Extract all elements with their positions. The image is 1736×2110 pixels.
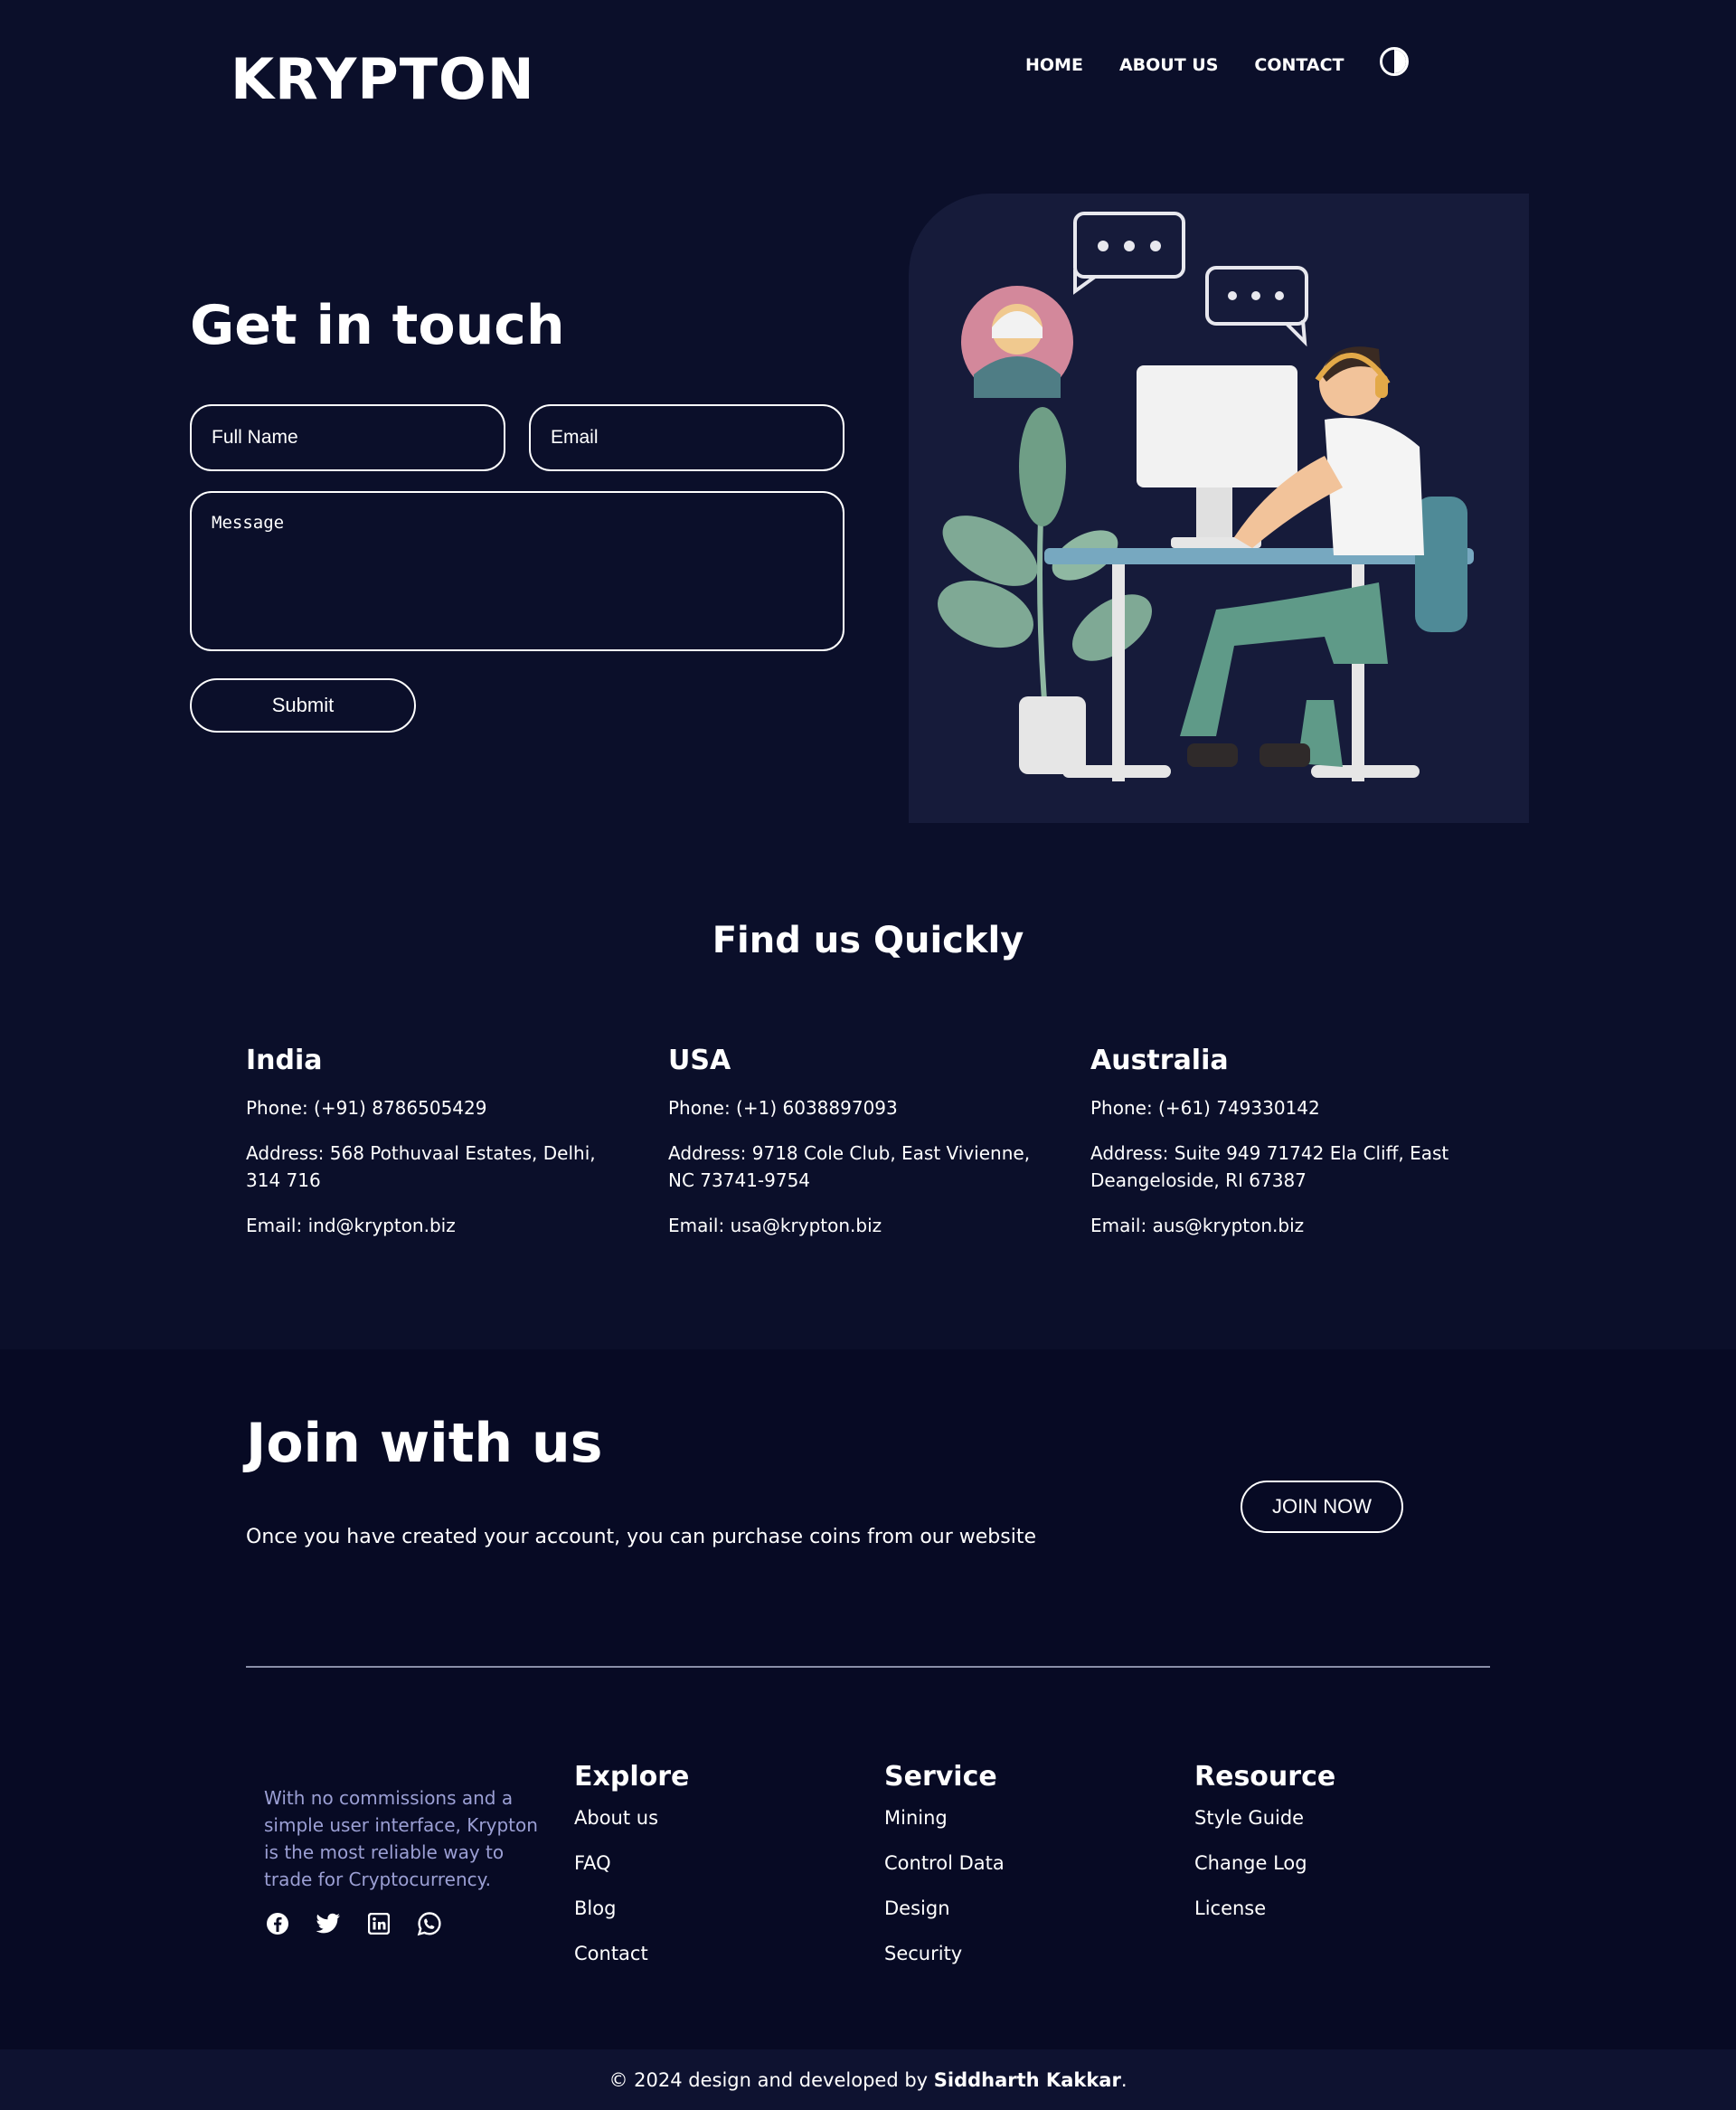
footer-link-license[interactable]: License <box>1194 1895 1335 1922</box>
office-usa: USA Phone: (+1) 6038897093 Address: 9718… <box>668 1040 1057 1257</box>
office-country: USA <box>668 1045 731 1076</box>
footer-column-title: Resource <box>1194 1761 1336 1793</box>
main-nav: HOME ABOUT US CONTACT <box>1025 52 1344 78</box>
office-country: India <box>246 1045 323 1076</box>
submit-button[interactable]: Submit <box>190 678 416 733</box>
footer-column-title: Explore <box>574 1761 690 1793</box>
footer-link-mining[interactable]: Mining <box>884 1804 1005 1831</box>
copyright-suffix: . <box>1120 2069 1127 2091</box>
facebook-icon[interactable] <box>264 1910 291 1937</box>
whatsapp-icon[interactable] <box>416 1910 443 1937</box>
office-country: Australia <box>1090 1045 1229 1076</box>
footer-link-design[interactable]: Design <box>884 1895 1005 1922</box>
nav-about-us[interactable]: ABOUT US <box>1119 52 1218 78</box>
desk-icon <box>1044 548 1474 781</box>
office-phone: Phone: (+1) 6038897093 <box>668 1097 898 1119</box>
theme-toggle-icon[interactable] <box>1380 47 1409 76</box>
support-illustration <box>909 194 1529 823</box>
plant-icon <box>938 407 1152 774</box>
footer-link-change-log[interactable]: Change Log <box>1194 1850 1335 1877</box>
office-email: Email: aus@krypton.biz <box>1090 1215 1305 1236</box>
office-address: Address: 9718 Cole Club, East Vivienne, … <box>668 1142 1031 1191</box>
office-australia: Australia Phone: (+61) 749330142 Address… <box>1090 1040 1479 1257</box>
site-header: KRYPTON HOME ABOUT US CONTACT <box>0 0 1736 158</box>
nav-contact[interactable]: CONTACT <box>1254 52 1344 78</box>
footer-link-faq[interactable]: FAQ <box>574 1850 689 1877</box>
office-address: Address: Suite 949 71742 Ela Cliff, East… <box>1090 1142 1449 1191</box>
footer-link-security[interactable]: Security <box>884 1940 1005 1967</box>
office-phone: Phone: (+91) 8786505429 <box>246 1097 487 1119</box>
footer-column-title: Service <box>884 1761 997 1793</box>
message-field[interactable] <box>190 491 844 651</box>
avatar-icon <box>961 286 1073 398</box>
site-logo[interactable]: KRYPTON <box>231 43 535 116</box>
join-description: Once you have created your account, you … <box>246 1526 1036 1548</box>
footer-link-contact[interactable]: Contact <box>574 1940 689 1967</box>
speech-bubble-icon <box>1073 212 1185 295</box>
join-title: Join with us <box>246 1412 603 1475</box>
office-phone: Phone: (+61) 749330142 <box>1090 1097 1320 1119</box>
footer-about: With no commissions and a simple user in… <box>264 1787 538 1890</box>
office-email: Email: usa@krypton.biz <box>668 1215 882 1236</box>
nav-home[interactable]: HOME <box>1025 52 1083 78</box>
office-india: India Phone: (+91) 8786505429 Address: 5… <box>246 1040 635 1257</box>
social-links <box>264 1910 443 1937</box>
linkedin-icon[interactable] <box>365 1910 392 1937</box>
footer-divider <box>246 1666 1490 1668</box>
office-address: Address: 568 Pothuvaal Estates, Delhi, 3… <box>246 1142 596 1191</box>
copyright-prefix: © 2024 design and developed by <box>609 2069 934 2091</box>
footer-column-explore: Explore About us FAQ Blog Contact <box>574 1757 689 1985</box>
office-email: Email: ind@krypton.biz <box>246 1215 456 1236</box>
speech-bubble-icon <box>1205 266 1308 347</box>
support-illustration-art <box>938 212 1474 781</box>
copyright-text: © 2024 design and developed by Siddharth… <box>0 2066 1736 2095</box>
footer-link-style-guide[interactable]: Style Guide <box>1194 1804 1335 1831</box>
full-name-field[interactable] <box>190 404 505 471</box>
join-now-button[interactable]: JOIN NOW <box>1241 1481 1403 1533</box>
footer-column-resource: Resource Style Guide Change Log License <box>1194 1757 1335 1940</box>
contact-title: Get in touch <box>190 294 565 357</box>
footer-column-service: Service Mining Control Data Design Secur… <box>884 1757 1005 1985</box>
footer-link-about-us[interactable]: About us <box>574 1804 689 1831</box>
email-field[interactable] <box>529 404 844 471</box>
find-us-title: Find us Quickly <box>712 920 1024 961</box>
twitter-icon[interactable] <box>315 1910 342 1937</box>
author-name: Siddharth Kakkar <box>933 2069 1121 2091</box>
footer-link-control-data[interactable]: Control Data <box>884 1850 1005 1877</box>
footer-link-blog[interactable]: Blog <box>574 1895 689 1922</box>
